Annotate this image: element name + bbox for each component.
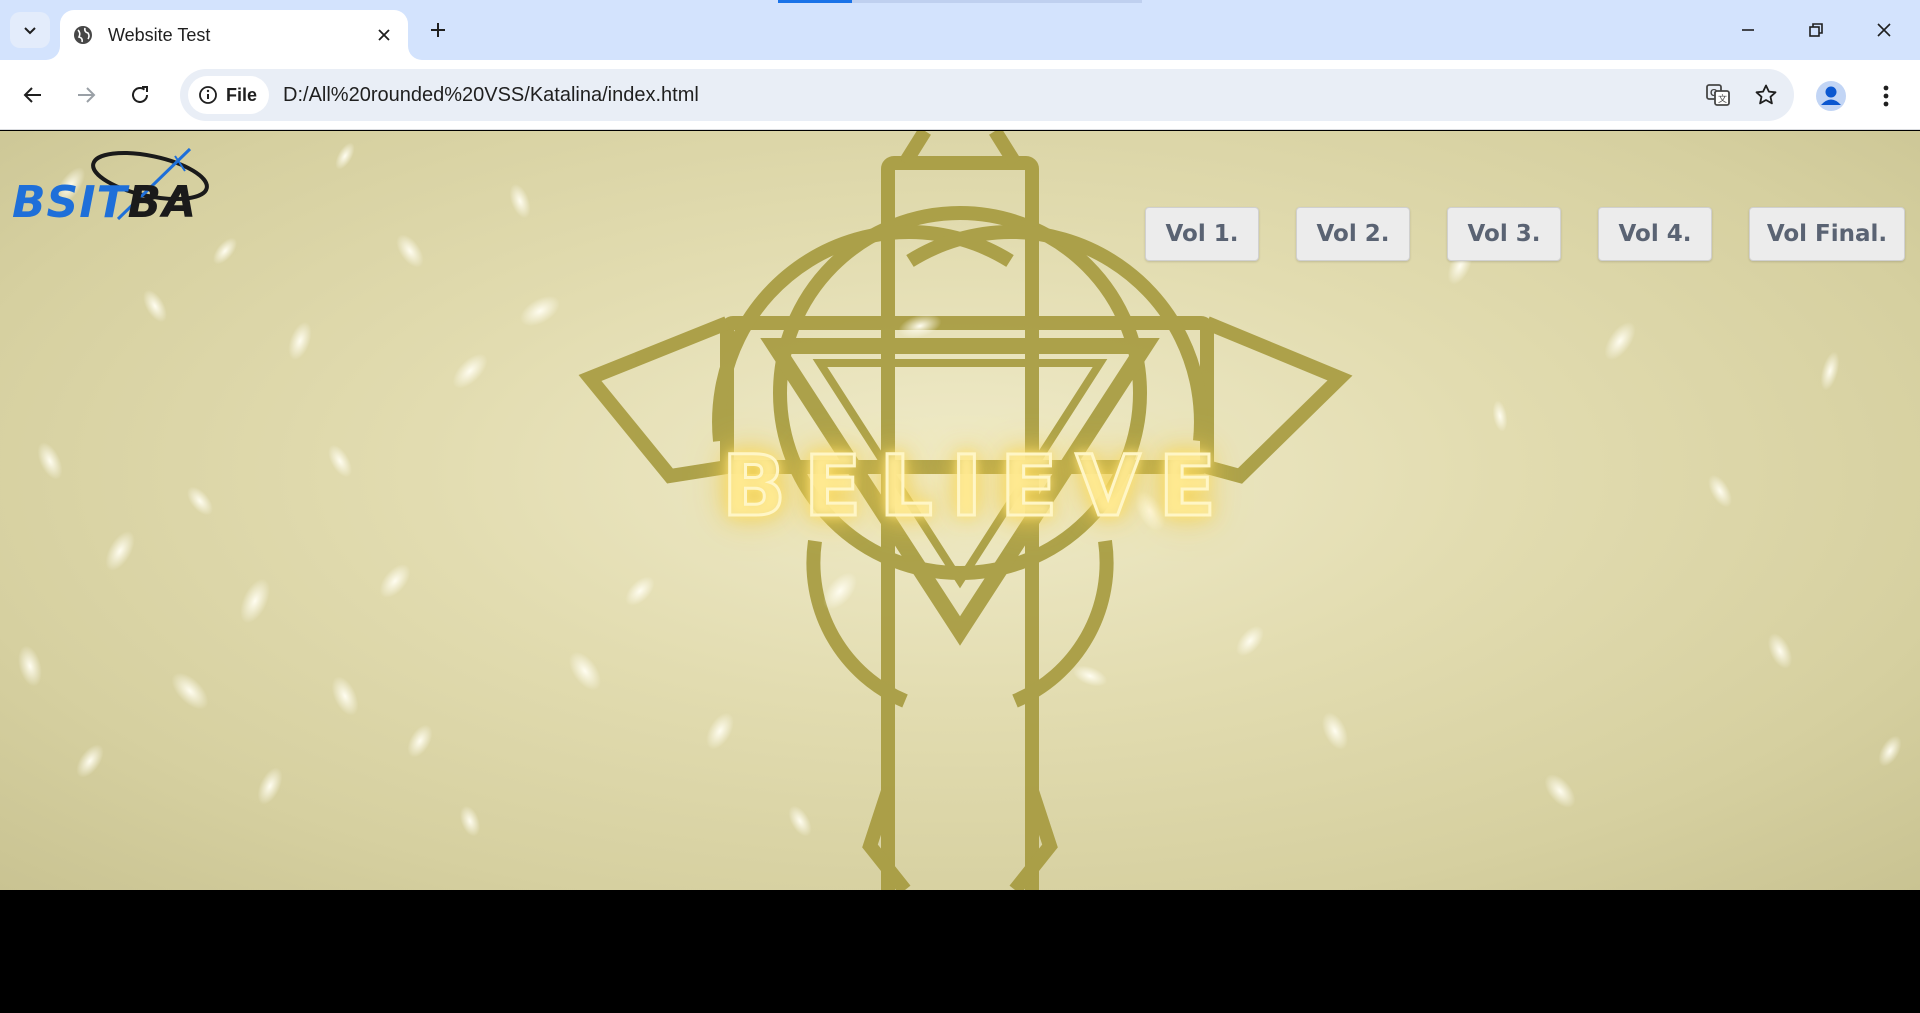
nav-button-vol-final[interactable]: Vol Final. xyxy=(1749,207,1905,261)
profile-icon xyxy=(1816,81,1846,111)
info-icon xyxy=(199,86,217,104)
nav-button-vol-3[interactable]: Vol 3. xyxy=(1447,207,1561,261)
page-viewport: BSITBA Vol 1. Vol 2. Vol 3. Vol 4. Vol F… xyxy=(0,131,1920,890)
close-window-button[interactable] xyxy=(1850,0,1918,60)
tab-search-button[interactable] xyxy=(10,12,50,48)
forward-arrow-icon xyxy=(78,87,96,103)
close-icon xyxy=(1877,23,1891,37)
translate-button[interactable]: G文 xyxy=(1698,75,1738,115)
active-tab[interactable]: Website Test xyxy=(60,10,408,60)
browser-toolbar: File D:/All%20rounded%20VSS/Katalina/ind… xyxy=(0,60,1920,130)
tab-loading-track xyxy=(852,0,1142,3)
reload-button[interactable] xyxy=(120,75,160,115)
back-button[interactable] xyxy=(13,75,53,115)
reload-icon xyxy=(132,86,148,103)
logo-text: BSITBA xyxy=(12,177,197,228)
tab-strip: Website Test xyxy=(0,0,1920,60)
url-text[interactable]: D:/All%20rounded%20VSS/Katalina/index.ht… xyxy=(283,84,1698,107)
forward-button[interactable] xyxy=(66,75,106,115)
nav-button-vol-2[interactable]: Vol 2. xyxy=(1296,207,1410,261)
minimize-button[interactable] xyxy=(1714,0,1782,60)
chevron-down-icon xyxy=(24,27,36,35)
tab-loading-indicator xyxy=(778,0,852,3)
hero-believe-text: BELIEVE xyxy=(721,436,1234,537)
plus-icon xyxy=(431,23,445,37)
kebab-menu-icon xyxy=(1883,85,1889,107)
logo-text-dark: BA xyxy=(127,177,198,228)
new-tab-button[interactable] xyxy=(420,12,456,48)
close-icon xyxy=(378,29,390,41)
back-arrow-icon xyxy=(23,87,41,103)
restore-icon xyxy=(1809,23,1823,37)
star-icon xyxy=(1755,84,1777,105)
bookmark-button[interactable] xyxy=(1746,75,1786,115)
address-bar[interactable]: File D:/All%20rounded%20VSS/Katalina/ind… xyxy=(180,69,1794,121)
minimize-icon xyxy=(1742,29,1754,31)
translate-icon: G文 xyxy=(1706,84,1730,106)
nav-button-vol-1[interactable]: Vol 1. xyxy=(1145,207,1259,261)
page-bottom-area xyxy=(0,890,1920,1013)
svg-text:文: 文 xyxy=(1718,93,1727,105)
tab-title: Website Test xyxy=(108,24,211,45)
profile-button[interactable] xyxy=(1811,76,1851,116)
nav-button-vol-4[interactable]: Vol 4. xyxy=(1598,207,1712,261)
site-logo[interactable]: BSITBA xyxy=(10,141,215,231)
browser-menu-button[interactable] xyxy=(1866,76,1906,116)
globe-icon xyxy=(72,24,94,46)
logo-text-blue: BSIT xyxy=(12,177,128,228)
tab-close-button[interactable] xyxy=(370,21,398,49)
site-info-chip[interactable]: File xyxy=(188,76,270,114)
restore-button[interactable] xyxy=(1782,0,1850,60)
site-info-label: File xyxy=(226,84,258,105)
